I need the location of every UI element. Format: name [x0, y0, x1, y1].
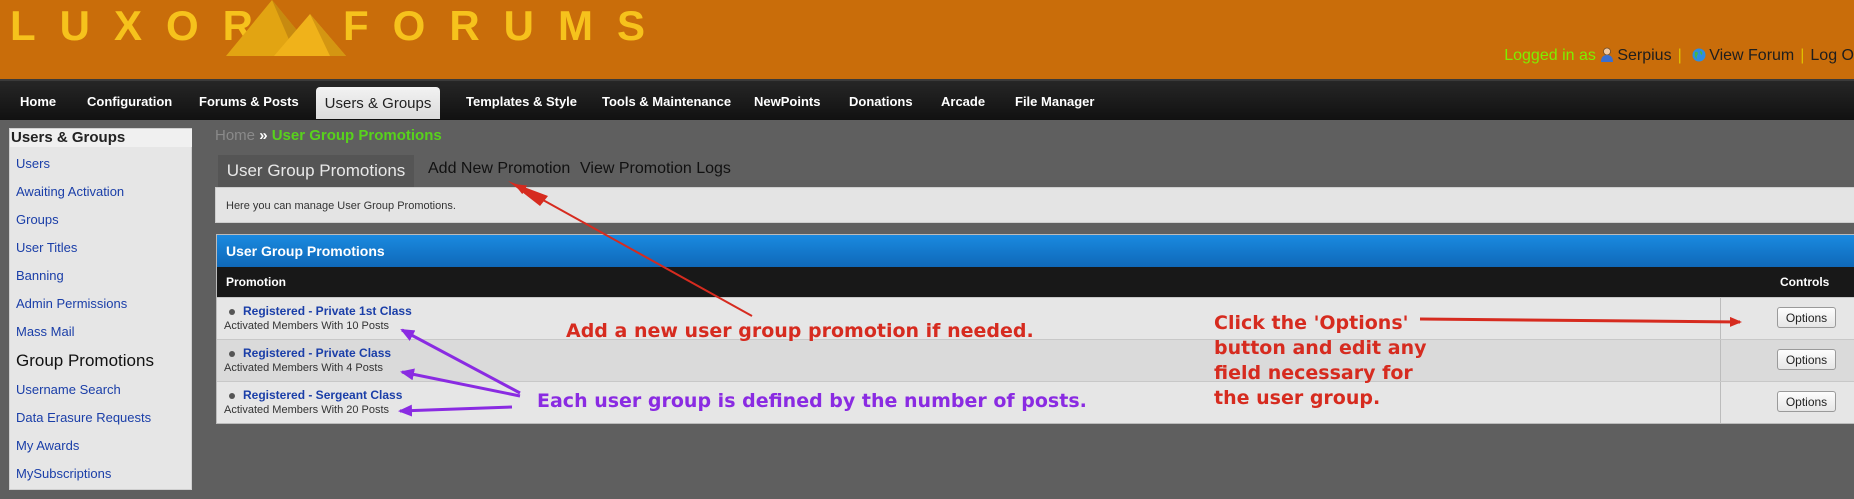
promotion-subtitle: Activated Members With 4 Posts — [224, 362, 383, 374]
nav-templates-style[interactable]: Templates & Style — [466, 94, 577, 109]
sidebar-item-awaiting-activation[interactable]: Awaiting Activation — [16, 184, 124, 199]
annotation-options-line: field necessary for — [1214, 362, 1413, 384]
sidebar-item-my-awards[interactable]: My Awards — [16, 438, 79, 453]
promotion-title-link[interactable]: Registered - Sergeant Class — [243, 388, 402, 402]
annotation-add-promotion: Add a new user group promotion if needed… — [566, 320, 1034, 342]
logged-in-label: Logged in as — [1504, 47, 1596, 64]
promotion-subtitle: Activated Members With 20 Posts — [224, 404, 390, 416]
nav-home[interactable]: Home — [20, 94, 56, 109]
nav-donations[interactable]: Donations — [849, 94, 913, 109]
table-row: Registered - Private Class Activated Mem… — [217, 339, 1854, 381]
bullet-icon — [229, 393, 235, 399]
bullet-icon — [229, 351, 235, 357]
sidebar-title: Users & Groups — [10, 129, 192, 147]
tab-add-new-promotion[interactable]: Add New Promotion — [428, 160, 570, 178]
table-row: Registered - Private 1st Class Activated… — [217, 297, 1854, 339]
annotation-options: Click the 'Options' button and edit any … — [1214, 311, 1426, 411]
bullet-icon — [229, 309, 235, 315]
sidebar-item-data-erasure[interactable]: Data Erasure Requests — [16, 410, 151, 425]
options-button[interactable]: Options — [1777, 391, 1836, 412]
tab-view-promotion-logs[interactable]: View Promotion Logs — [580, 160, 731, 178]
site-header: LUXOR FORUMS Logged in as Serpius | View … — [0, 0, 1854, 79]
sidebar-item-admin-permissions[interactable]: Admin Permissions — [16, 296, 127, 311]
nav-newpoints[interactable]: NewPoints — [754, 94, 820, 109]
sidebar: Users & Groups Users Awaiting Activation… — [9, 128, 192, 490]
breadcrumb-home[interactable]: Home — [215, 127, 255, 144]
nav-configuration[interactable]: Configuration — [87, 94, 172, 109]
column-header-promotion: Promotion — [226, 275, 286, 289]
breadcrumb: Home » User Group Promotions — [215, 127, 442, 144]
description-box: Here you can manage User Group Promotion… — [215, 187, 1854, 223]
annotation-options-line: Click the 'Options' — [1214, 312, 1409, 334]
promotion-title-link[interactable]: Registered - Private Class — [243, 346, 391, 360]
nav-forums-posts[interactable]: Forums & Posts — [199, 94, 299, 109]
sidebar-item-group-promotions[interactable]: Group Promotions — [16, 351, 154, 371]
annotation-posts: Each user group is defined by the number… — [537, 390, 1087, 412]
userbar-separator: | — [1800, 47, 1805, 64]
user-bar: Logged in as Serpius | View Forum | Log O — [1504, 47, 1854, 65]
nav-arcade[interactable]: Arcade — [941, 94, 985, 109]
column-divider — [1720, 298, 1721, 339]
sidebar-item-username-search[interactable]: Username Search — [16, 382, 121, 397]
column-divider — [1720, 340, 1721, 381]
nav-file-manager[interactable]: File Manager — [1015, 94, 1094, 109]
sidebar-item-mass-mail[interactable]: Mass Mail — [16, 324, 75, 339]
user-icon — [1601, 47, 1614, 62]
table-header: Promotion Controls — [217, 267, 1854, 297]
annotation-options-line: button and edit any — [1214, 337, 1427, 359]
sidebar-item-mysubscriptions[interactable]: MySubscriptions — [16, 466, 111, 481]
globe-icon — [1692, 48, 1706, 62]
sidebar-item-users[interactable]: Users — [16, 156, 50, 171]
table-title: User Group Promotions — [226, 243, 385, 259]
tab-user-group-promotions[interactable]: User Group Promotions — [218, 155, 414, 191]
sidebar-item-banning[interactable]: Banning — [16, 268, 64, 283]
promotion-subtitle: Activated Members With 10 Posts — [224, 320, 390, 332]
options-button[interactable]: Options — [1777, 307, 1836, 328]
top-navigation: Home Configuration Forums & Posts Templa… — [0, 79, 1854, 120]
options-button[interactable]: Options — [1777, 349, 1836, 370]
username-link[interactable]: Serpius — [1617, 47, 1671, 64]
breadcrumb-current: User Group Promotions — [271, 127, 442, 144]
logo-text-right: FORUMS — [343, 2, 669, 49]
view-forum-link[interactable]: View Forum — [1709, 47, 1794, 64]
pyramid-logo-icon — [226, 0, 346, 56]
description-text: Here you can manage User Group Promotion… — [226, 200, 456, 212]
userbar-separator: | — [1677, 47, 1682, 64]
promotion-title-link[interactable]: Registered - Private 1st Class — [243, 304, 412, 318]
breadcrumb-separator: » — [259, 127, 268, 144]
sidebar-item-user-titles[interactable]: User Titles — [16, 240, 77, 255]
column-divider — [1720, 382, 1721, 423]
sidebar-item-groups[interactable]: Groups — [16, 212, 59, 227]
table-title-bar: User Group Promotions — [217, 235, 1854, 267]
log-out-link[interactable]: Log O — [1810, 47, 1854, 64]
annotation-options-line: the user group. — [1214, 387, 1381, 409]
nav-users-groups[interactable]: Users & Groups — [316, 87, 440, 119]
nav-tools-maintenance[interactable]: Tools & Maintenance — [602, 94, 731, 109]
column-header-controls: Controls — [1780, 275, 1830, 289]
